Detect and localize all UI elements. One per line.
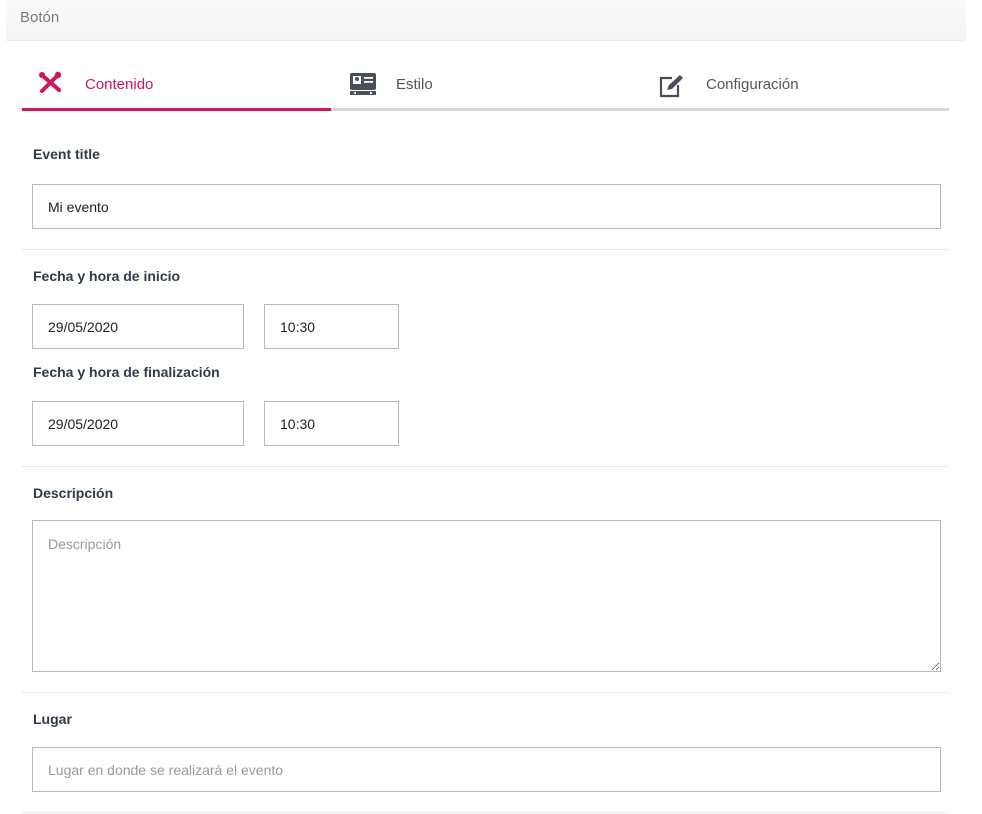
description-label: Descripción (33, 485, 114, 501)
active-tab-indicator (22, 108, 331, 111)
tab-bar: Contenido Estilo Configuración (22, 60, 949, 112)
start-datetime-label: Fecha y hora de inicio (33, 268, 181, 284)
divider (22, 249, 949, 250)
start-date-input[interactable] (32, 304, 244, 349)
panel-title: Botón (20, 9, 60, 26)
event-title-label: Event title (33, 146, 100, 162)
panel-header: Botón (6, 0, 966, 41)
end-date-input[interactable] (32, 401, 244, 446)
tab-configuracion-label: Configuración (706, 76, 799, 93)
event-title-input[interactable] (32, 184, 941, 229)
place-input[interactable] (32, 747, 941, 792)
tab-contenido[interactable]: Contenido (22, 60, 331, 111)
start-time-input[interactable] (264, 304, 399, 349)
id-card-icon (349, 72, 377, 101)
tools-icon (38, 71, 64, 98)
tab-estilo-label: Estilo (396, 76, 433, 93)
description-textarea[interactable] (32, 520, 941, 672)
end-datetime-label: Fecha y hora de finalización (33, 364, 220, 380)
divider (22, 692, 949, 693)
place-label: Lugar (33, 711, 72, 727)
edit-icon (658, 74, 686, 103)
divider (22, 466, 949, 467)
tab-contenido-label: Contenido (85, 76, 154, 93)
divider (22, 812, 949, 813)
end-time-input[interactable] (264, 401, 399, 446)
tab-estilo[interactable]: Estilo (331, 60, 640, 111)
tab-configuracion[interactable]: Configuración (640, 60, 949, 111)
